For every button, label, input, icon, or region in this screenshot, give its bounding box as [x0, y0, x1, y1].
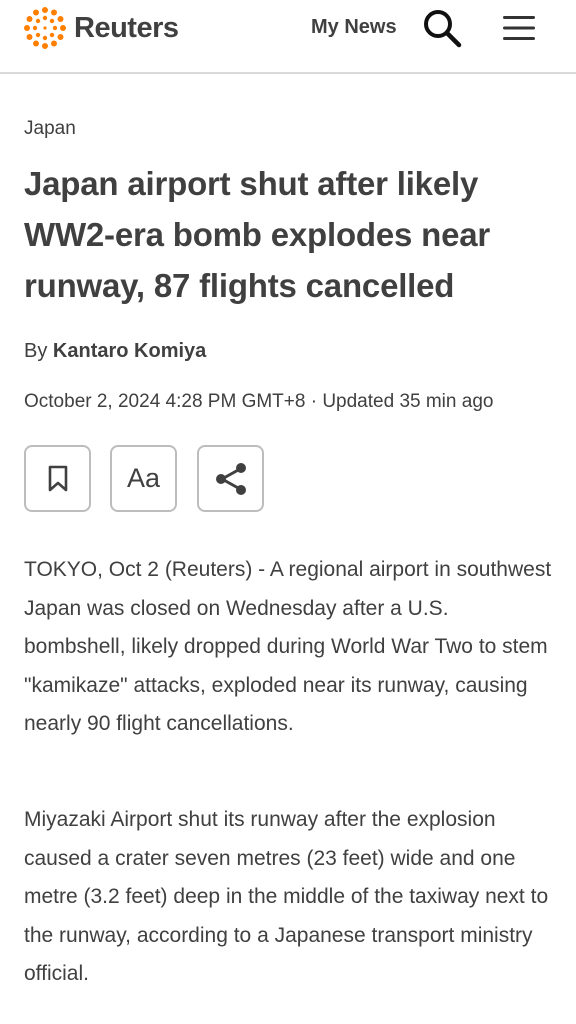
- search-icon: [424, 10, 462, 48]
- section-link[interactable]: Japan: [24, 118, 76, 140]
- article-paragraph: Miyazaki Airport shut its runway after t…: [24, 808, 549, 985]
- text-size-label: Aa: [126, 463, 161, 493]
- bookmark-button[interactable]: [24, 445, 91, 512]
- brand-name: Reuters: [74, 11, 179, 44]
- hamburger-menu-icon: [503, 16, 535, 40]
- share-icon: [215, 462, 246, 495]
- bookmark-icon: [48, 465, 67, 491]
- article-paragraph: TOKYO, Oct 2 (Reuters) - A regional airp…: [24, 558, 552, 735]
- reuters-logo[interactable]: Reuters: [22, 6, 179, 50]
- text-size-button[interactable]: Aa: [110, 445, 177, 512]
- reuters-logo-icon: [24, 7, 66, 49]
- my-news-link[interactable]: My News: [311, 16, 397, 39]
- dateline: October 2, 2024 4:28 PM GMT+8 · Updated …: [24, 391, 494, 412]
- byline: By Kantaro Komiya: [24, 340, 206, 363]
- site-header: Reuters My News: [0, 0, 576, 74]
- share-button[interactable]: [197, 445, 264, 512]
- byline-prefix: By: [24, 340, 48, 362]
- article-headline: Japan airport shut after likely WW2-era …: [24, 165, 491, 304]
- search-button[interactable]: [422, 8, 462, 48]
- author-link[interactable]: Kantaro Komiya: [53, 340, 206, 362]
- menu-button[interactable]: [500, 12, 538, 44]
